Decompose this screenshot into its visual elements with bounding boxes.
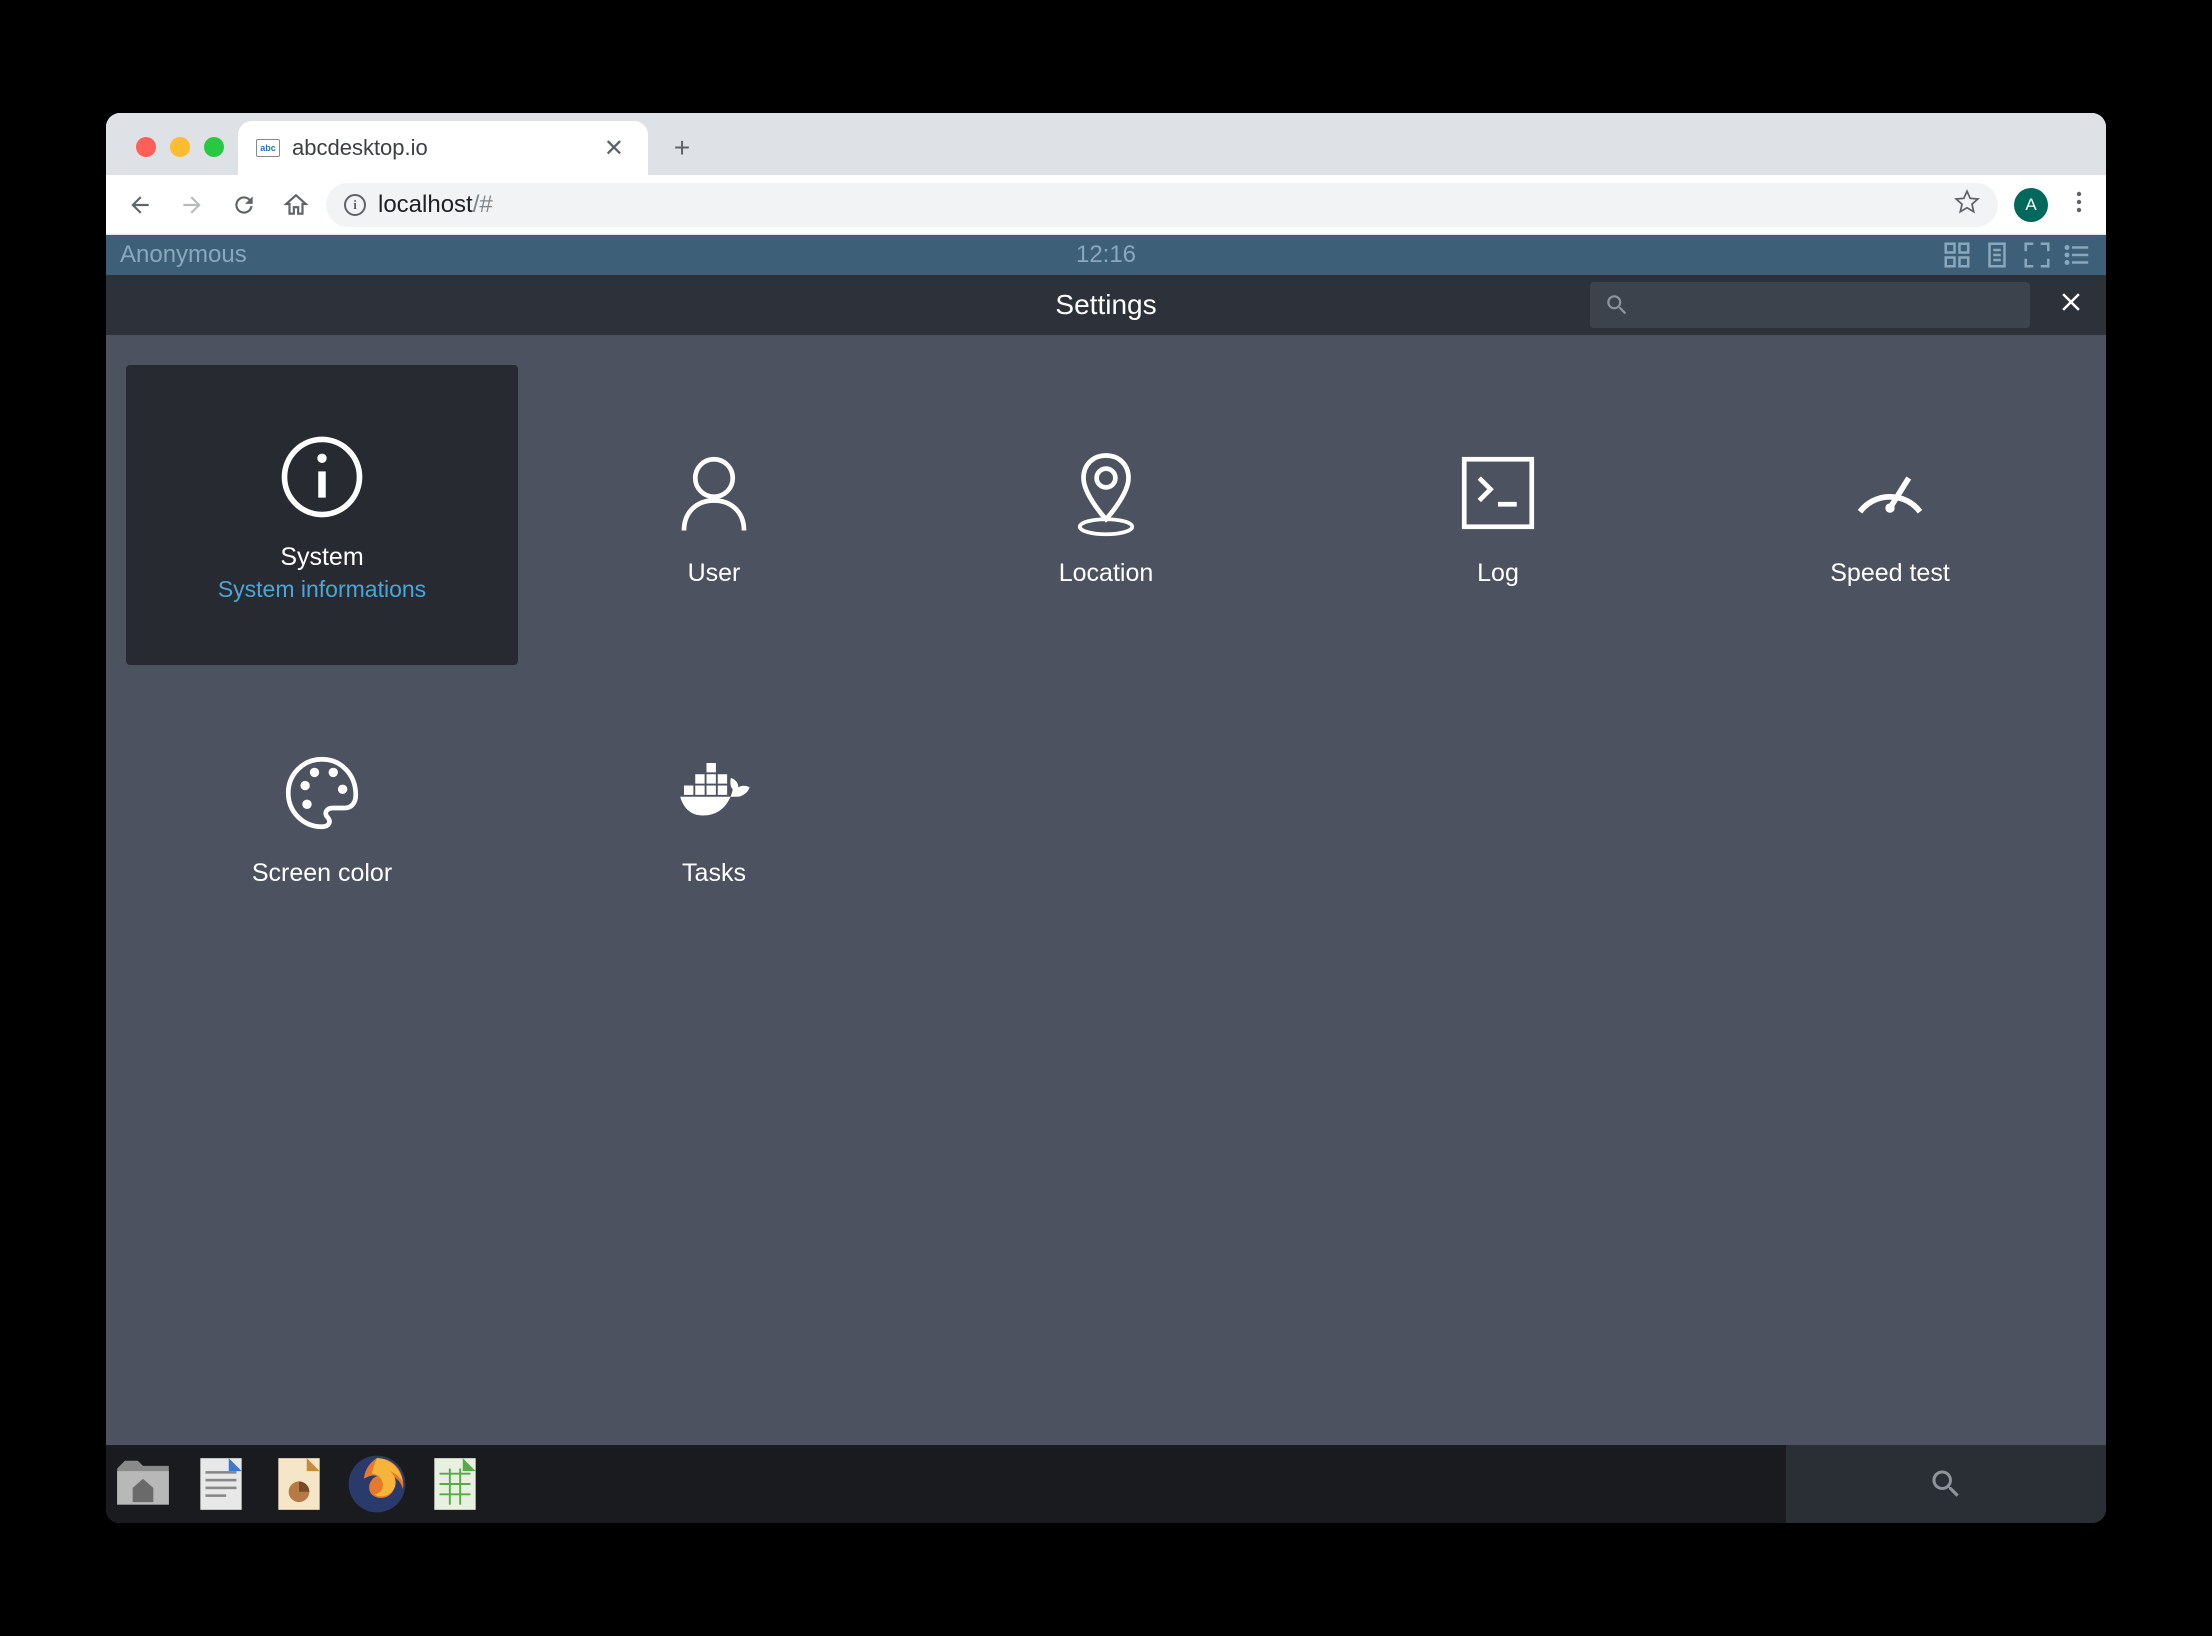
tile-label: Log bbox=[1477, 559, 1519, 588]
tile-label: Screen color bbox=[252, 859, 392, 888]
topbar-clock: 12:16 bbox=[1076, 241, 1136, 269]
star-icon bbox=[1954, 189, 1980, 215]
settings-search-input[interactable] bbox=[1640, 292, 2016, 318]
dock-calc[interactable] bbox=[418, 1447, 492, 1521]
tab-title: abcdesktop.io bbox=[292, 135, 586, 161]
palette-icon bbox=[272, 743, 372, 843]
avatar-letter: A bbox=[2025, 195, 2036, 215]
tile-label: System bbox=[280, 543, 363, 572]
home-button[interactable] bbox=[274, 183, 318, 227]
url-text: localhost/# bbox=[378, 191, 493, 219]
presentation-icon bbox=[268, 1453, 330, 1515]
reload-button[interactable] bbox=[222, 183, 266, 227]
url-bar: i localhost/# A bbox=[106, 175, 2106, 235]
browser-tab[interactable]: abc abcdesktop.io ✕ bbox=[238, 121, 648, 175]
window-controls bbox=[126, 137, 238, 175]
tile-speedtest[interactable]: Speed test bbox=[1694, 365, 2086, 665]
dock bbox=[106, 1445, 2106, 1523]
forward-button[interactable] bbox=[170, 183, 214, 227]
arrow-right-icon bbox=[179, 192, 205, 218]
topbar-icons bbox=[1942, 240, 2092, 270]
close-icon bbox=[2056, 287, 2086, 317]
kebab-icon bbox=[2076, 190, 2082, 214]
close-settings-button[interactable] bbox=[2056, 287, 2086, 324]
bookmark-button[interactable] bbox=[1954, 189, 1980, 220]
reload-icon bbox=[231, 192, 257, 218]
new-tab-button[interactable]: + bbox=[660, 126, 704, 170]
profile-avatar[interactable]: A bbox=[2014, 188, 2048, 222]
firefox-icon bbox=[346, 1453, 408, 1515]
topbar-username: Anonymous bbox=[120, 241, 247, 269]
site-info-icon[interactable]: i bbox=[344, 194, 366, 216]
settings-title: Settings bbox=[1055, 289, 1156, 321]
grid-icon[interactable] bbox=[1942, 240, 1972, 270]
tile-sublabel: System informations bbox=[218, 576, 426, 603]
location-icon bbox=[1056, 443, 1156, 543]
window-maximize-button[interactable] bbox=[204, 137, 224, 157]
dock-writer[interactable] bbox=[184, 1447, 258, 1521]
tile-label: Speed test bbox=[1830, 559, 1950, 588]
url-host: localhost bbox=[378, 191, 473, 218]
tile-label: Location bbox=[1059, 559, 1154, 588]
dock-firefox[interactable] bbox=[340, 1447, 414, 1521]
clipboard-icon[interactable] bbox=[1982, 240, 2012, 270]
browser-window: abc abcdesktop.io ✕ + i localhost/# bbox=[106, 113, 2106, 1523]
tab-strip: abc abcdesktop.io ✕ + bbox=[106, 113, 2106, 175]
desktop-topbar: Anonymous 12:16 bbox=[106, 235, 2106, 275]
tile-system[interactable]: System System informations bbox=[126, 365, 518, 665]
home-icon bbox=[283, 192, 309, 218]
app-viewport: Anonymous 12:16 Settings bbox=[106, 235, 2106, 1523]
tile-user[interactable]: User bbox=[518, 365, 910, 665]
settings-grid: System System informations User Location bbox=[106, 335, 2106, 1445]
window-close-button[interactable] bbox=[136, 137, 156, 157]
tile-tasks[interactable]: Tasks bbox=[518, 665, 910, 965]
settings-search-box[interactable] bbox=[1590, 282, 2030, 328]
gauge-icon bbox=[1840, 443, 1940, 543]
address-bar[interactable]: i localhost/# bbox=[326, 183, 1998, 227]
info-icon bbox=[272, 427, 372, 527]
folder-home-icon bbox=[112, 1453, 174, 1515]
document-icon bbox=[190, 1453, 252, 1515]
search-icon bbox=[1604, 292, 1630, 318]
search-icon bbox=[1928, 1466, 1964, 1502]
dock-filemanager[interactable] bbox=[106, 1447, 180, 1521]
fullscreen-icon[interactable] bbox=[2022, 240, 2052, 270]
tile-screencolor[interactable]: Screen color bbox=[126, 665, 518, 965]
terminal-icon bbox=[1448, 443, 1548, 543]
tile-location[interactable]: Location bbox=[910, 365, 1302, 665]
list-icon[interactable] bbox=[2062, 240, 2092, 270]
tab-favicon: abc bbox=[256, 139, 280, 157]
spreadsheet-icon bbox=[424, 1453, 486, 1515]
dock-impress[interactable] bbox=[262, 1447, 336, 1521]
arrow-left-icon bbox=[127, 192, 153, 218]
tab-close-icon[interactable]: ✕ bbox=[598, 134, 630, 163]
back-button[interactable] bbox=[118, 183, 162, 227]
browser-menu-button[interactable] bbox=[2064, 190, 2094, 219]
window-minimize-button[interactable] bbox=[170, 137, 190, 157]
settings-header: Settings bbox=[106, 275, 2106, 335]
dock-apps bbox=[106, 1447, 492, 1521]
tile-label: User bbox=[688, 559, 741, 588]
dock-search[interactable] bbox=[1786, 1445, 2106, 1523]
url-path: /# bbox=[473, 191, 493, 218]
docker-icon bbox=[664, 743, 764, 843]
user-icon bbox=[664, 443, 764, 543]
tile-log[interactable]: Log bbox=[1302, 365, 1694, 665]
tile-label: Tasks bbox=[682, 859, 746, 888]
